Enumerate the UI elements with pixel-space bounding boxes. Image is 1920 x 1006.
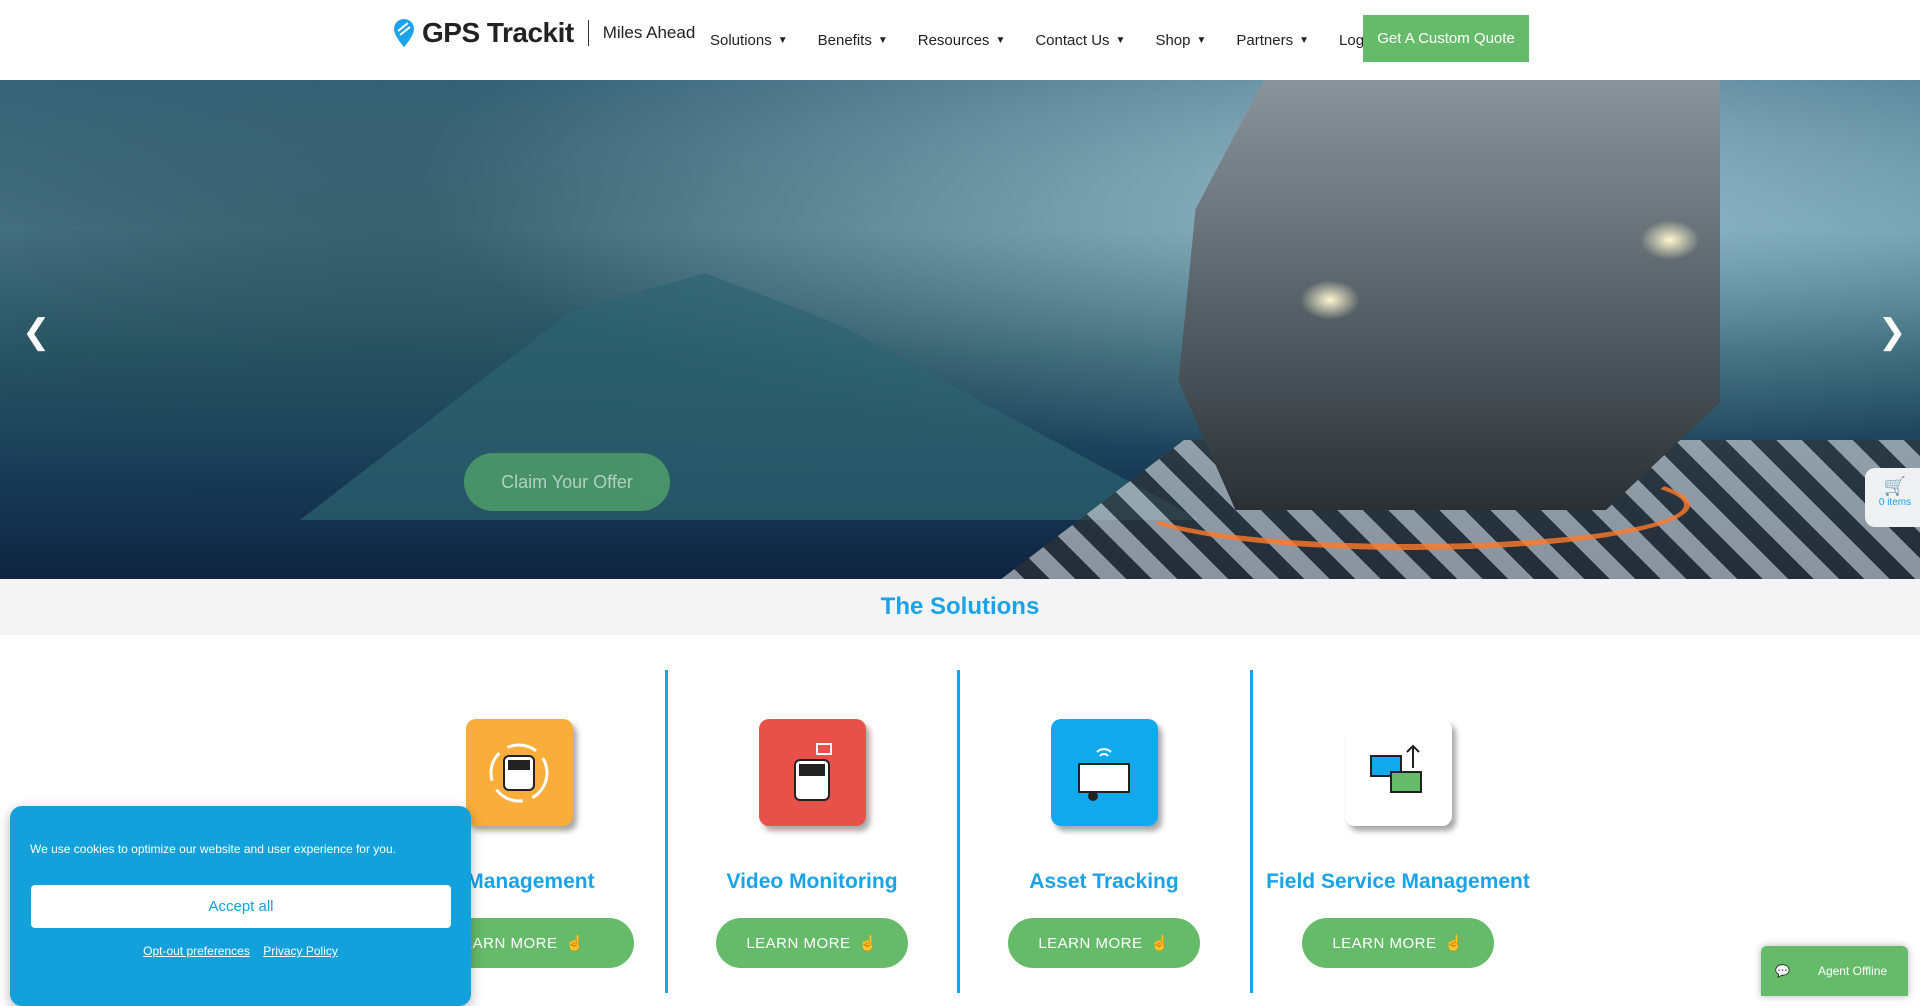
nav-resources[interactable]: Resources ▼ [918, 32, 1006, 49]
solution-card-field-service: Field Service Management LEARN MORE ☝ [1258, 719, 1538, 968]
solutions-header: The Solutions [0, 579, 1920, 635]
cursor-click-icon: ☝ [1150, 935, 1170, 952]
solution-card-video: Video Monitoring LEARN MORE ☝ [672, 719, 952, 968]
nav-label: Contact Us [1035, 31, 1110, 49]
chevron-down-icon: ▼ [1115, 34, 1126, 46]
accept-all-button[interactable]: Accept all [31, 885, 451, 928]
logo-divider [587, 20, 589, 46]
cookie-links: Opt-out preferences Privacy Policy [10, 944, 471, 958]
cookie-message: We use cookies to optimize our website a… [30, 842, 396, 856]
button-label: LEARN MORE [1038, 934, 1143, 952]
asset-trailer-icon [1050, 719, 1158, 826]
hero-carousel: Claim Your Offer ❮ ❯ [0, 80, 1920, 579]
privacy-policy-link[interactable]: Privacy Policy [263, 944, 338, 958]
logo-tagline: Miles Ahead [602, 23, 696, 42]
cart-count: 0 items [1878, 497, 1912, 508]
hero-van [1178, 80, 1720, 510]
cursor-click-icon: ☝ [858, 935, 878, 952]
cookie-banner: We use cookies to optimize our website a… [10, 806, 471, 1006]
custom-quote-button[interactable]: Get A Custom Quote [1363, 15, 1529, 62]
column-divider [665, 670, 668, 993]
solution-title: Video Monitoring [726, 870, 898, 893]
nav-solutions[interactable]: Solutions ▼ [710, 32, 788, 49]
nav-label: Solutions [710, 31, 772, 49]
learn-more-button[interactable]: LEARN MORE ☝ [1008, 918, 1200, 968]
claim-offer-button[interactable]: Claim Your Offer [464, 453, 670, 511]
chat-widget[interactable]: 💬 Agent Offline [1761, 946, 1908, 996]
chevron-down-icon: ▼ [1196, 34, 1207, 46]
nav-benefits[interactable]: Benefits ▼ [818, 32, 888, 49]
chat-bubble-icon: 💬 [1775, 964, 1790, 978]
nav-label: Shop [1155, 31, 1191, 49]
video-bus-icon [758, 719, 866, 826]
solution-title: Asset Tracking [1029, 870, 1179, 893]
chevron-down-icon: ▼ [1299, 34, 1310, 46]
chevron-down-icon: ▼ [877, 34, 888, 46]
nav-label: Benefits [817, 31, 872, 49]
fleet-van-icon [465, 719, 573, 826]
header: GPS Trackit Miles Ahead Solutions ▼ Benef… [0, 0, 1920, 80]
section-title: The Solutions [880, 593, 1040, 620]
cart-icon: 🛒 [1883, 476, 1907, 496]
chevron-down-icon: ▼ [995, 34, 1006, 46]
button-label: LEARN MORE [746, 934, 851, 952]
chevron-left-icon[interactable]: ❮ [22, 312, 51, 352]
cursor-click-icon: ☝ [1444, 935, 1464, 952]
logo-icon [394, 19, 414, 47]
logo-text: GPS Trackit [422, 17, 574, 48]
column-divider [1250, 670, 1253, 993]
nav-contact-us[interactable]: Contact Us ▼ [1035, 32, 1125, 49]
opt-out-link[interactable]: Opt-out preferences [143, 944, 250, 958]
chevron-down-icon: ▼ [777, 34, 788, 46]
nav-label: Partners [1236, 31, 1294, 49]
chevron-right-icon[interactable]: ❯ [1878, 312, 1907, 352]
solution-card-asset: Asset Tracking LEARN MORE ☝ [964, 719, 1244, 968]
cart-widget[interactable]: 🛒 0 items [1865, 468, 1920, 527]
logo[interactable]: GPS Trackit Miles Ahead [392, 17, 695, 49]
nav-shop[interactable]: Shop ▼ [1155, 32, 1206, 49]
van-headlight [1300, 280, 1360, 320]
van-headlight [1640, 220, 1700, 260]
chat-status: Agent Offline [1817, 964, 1888, 978]
learn-more-button[interactable]: LEARN MORE ☝ [1302, 918, 1494, 968]
learn-more-button[interactable]: LEARN MORE ☝ [716, 918, 908, 968]
main-nav: Solutions ▼ Benefits ▼ Resources ▼ Contact … [710, 0, 1406, 80]
nav-label: Resources [917, 31, 990, 49]
solution-title: Field Service Management [1266, 870, 1530, 893]
button-label: LEARN MORE [1332, 934, 1437, 952]
column-divider [957, 670, 960, 993]
nav-partners[interactable]: Partners ▼ [1236, 32, 1309, 49]
cursor-click-icon: ☝ [565, 935, 585, 952]
field-service-chat-icon [1344, 719, 1452, 826]
